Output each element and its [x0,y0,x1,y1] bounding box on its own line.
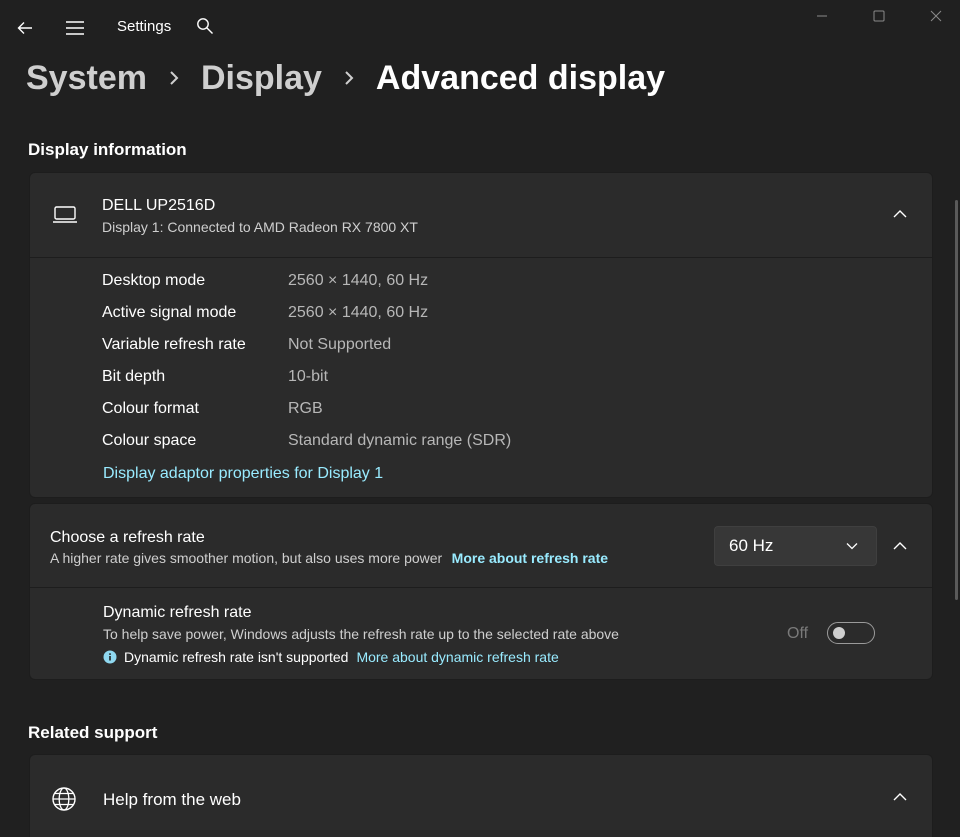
close-icon [930,10,942,22]
close-button[interactable] [913,0,959,32]
display-adaptor-properties-link[interactable]: Display adaptor properties for Display 1 [103,465,383,483]
app-title: Settings [117,18,172,35]
info-value: Not Supported [288,336,392,353]
minimize-icon [817,15,827,17]
chevron-right-icon [344,70,354,86]
info-label: Active signal mode [102,304,237,321]
related-support-heading: Related support [28,723,158,742]
help-from-web-title: Help from the web [103,790,241,809]
monitor-name: DELL UP2516D [102,197,216,214]
chevron-down-icon [846,543,858,550]
dynamic-refresh-rate-status: Dynamic refresh rate isn't supported Mor… [103,649,559,665]
hamburger-menu-icon [66,21,84,35]
info-value: 10-bit [288,368,329,385]
chevron-right-icon [169,70,179,86]
info-value: 2560 × 1440, 60 Hz [288,304,429,321]
scrollbar[interactable] [955,200,958,600]
back-arrow-icon [17,22,32,34]
chevron-up-icon [893,210,907,218]
breadcrumb: System Display Advanced display [26,56,665,100]
info-label: Colour space [102,432,197,449]
refresh-rate-card: Choose a refresh rate A higher rate give… [29,503,933,680]
info-label: Colour format [102,400,199,417]
chevron-up-icon [893,542,907,550]
maximize-button[interactable] [856,0,902,32]
navigation-menu-button[interactable] [63,16,87,40]
toggle-knob [833,627,845,639]
divider [30,587,932,588]
breadcrumb-system[interactable]: System [26,59,147,98]
divider [30,257,932,258]
breadcrumb-display[interactable]: Display [201,59,322,98]
chevron-up-icon [893,793,907,801]
display-information-card: DELL UP2516D Display 1: Connected to AMD… [29,172,933,498]
monitor-connection: Display 1: Connected to AMD Radeon RX 78… [102,219,418,235]
globe-icon [51,786,77,812]
help-from-web-card[interactable]: Help from the web [29,754,933,837]
search-button[interactable] [193,14,217,38]
refresh-rate-description: A higher rate gives smoother motion, but… [50,550,443,566]
more-about-refresh-rate-link[interactable]: More about refresh rate [452,550,608,566]
info-label: Bit depth [102,368,166,385]
dynamic-refresh-rate-title: Dynamic refresh rate [103,604,252,621]
dynamic-refresh-rate-toggle[interactable] [827,622,875,644]
collapse-help-button[interactable] [886,783,914,811]
collapse-refresh-rate-button[interactable] [886,532,914,560]
search-icon [197,18,213,34]
not-supported-text: Dynamic refresh rate isn't supported [124,649,349,665]
refresh-rate-description-line: A higher rate gives smoother motion, but… [50,550,608,568]
info-value: RGB [288,400,323,417]
title-bar: Settings [0,0,960,56]
info-value: 2560 × 1440, 60 Hz [288,272,429,289]
info-label: Desktop mode [102,272,206,289]
info-value: Standard dynamic range (SDR) [288,432,512,449]
info-label: Variable refresh rate [102,336,246,353]
refresh-rate-selected-value: 60 Hz [729,536,774,555]
collapse-display-info-button[interactable] [886,200,914,228]
maximize-icon [873,10,885,22]
toggle-state-label: Off [787,625,809,642]
refresh-rate-dropdown[interactable]: 60 Hz [714,526,877,566]
dynamic-refresh-rate-description: To help save power, Windows adjusts the … [103,626,619,642]
page-title: Advanced display [375,58,666,97]
display-information-heading: Display information [28,140,187,159]
laptop-icon [52,205,78,225]
back-button[interactable] [13,16,37,40]
info-icon [103,650,117,664]
refresh-rate-title: Choose a refresh rate [50,529,205,546]
minimize-button[interactable] [799,0,845,32]
more-about-dynamic-refresh-rate-link[interactable]: More about dynamic refresh rate [356,649,558,665]
monitor-header[interactable]: DELL UP2516D Display 1: Connected to AMD… [30,173,932,257]
